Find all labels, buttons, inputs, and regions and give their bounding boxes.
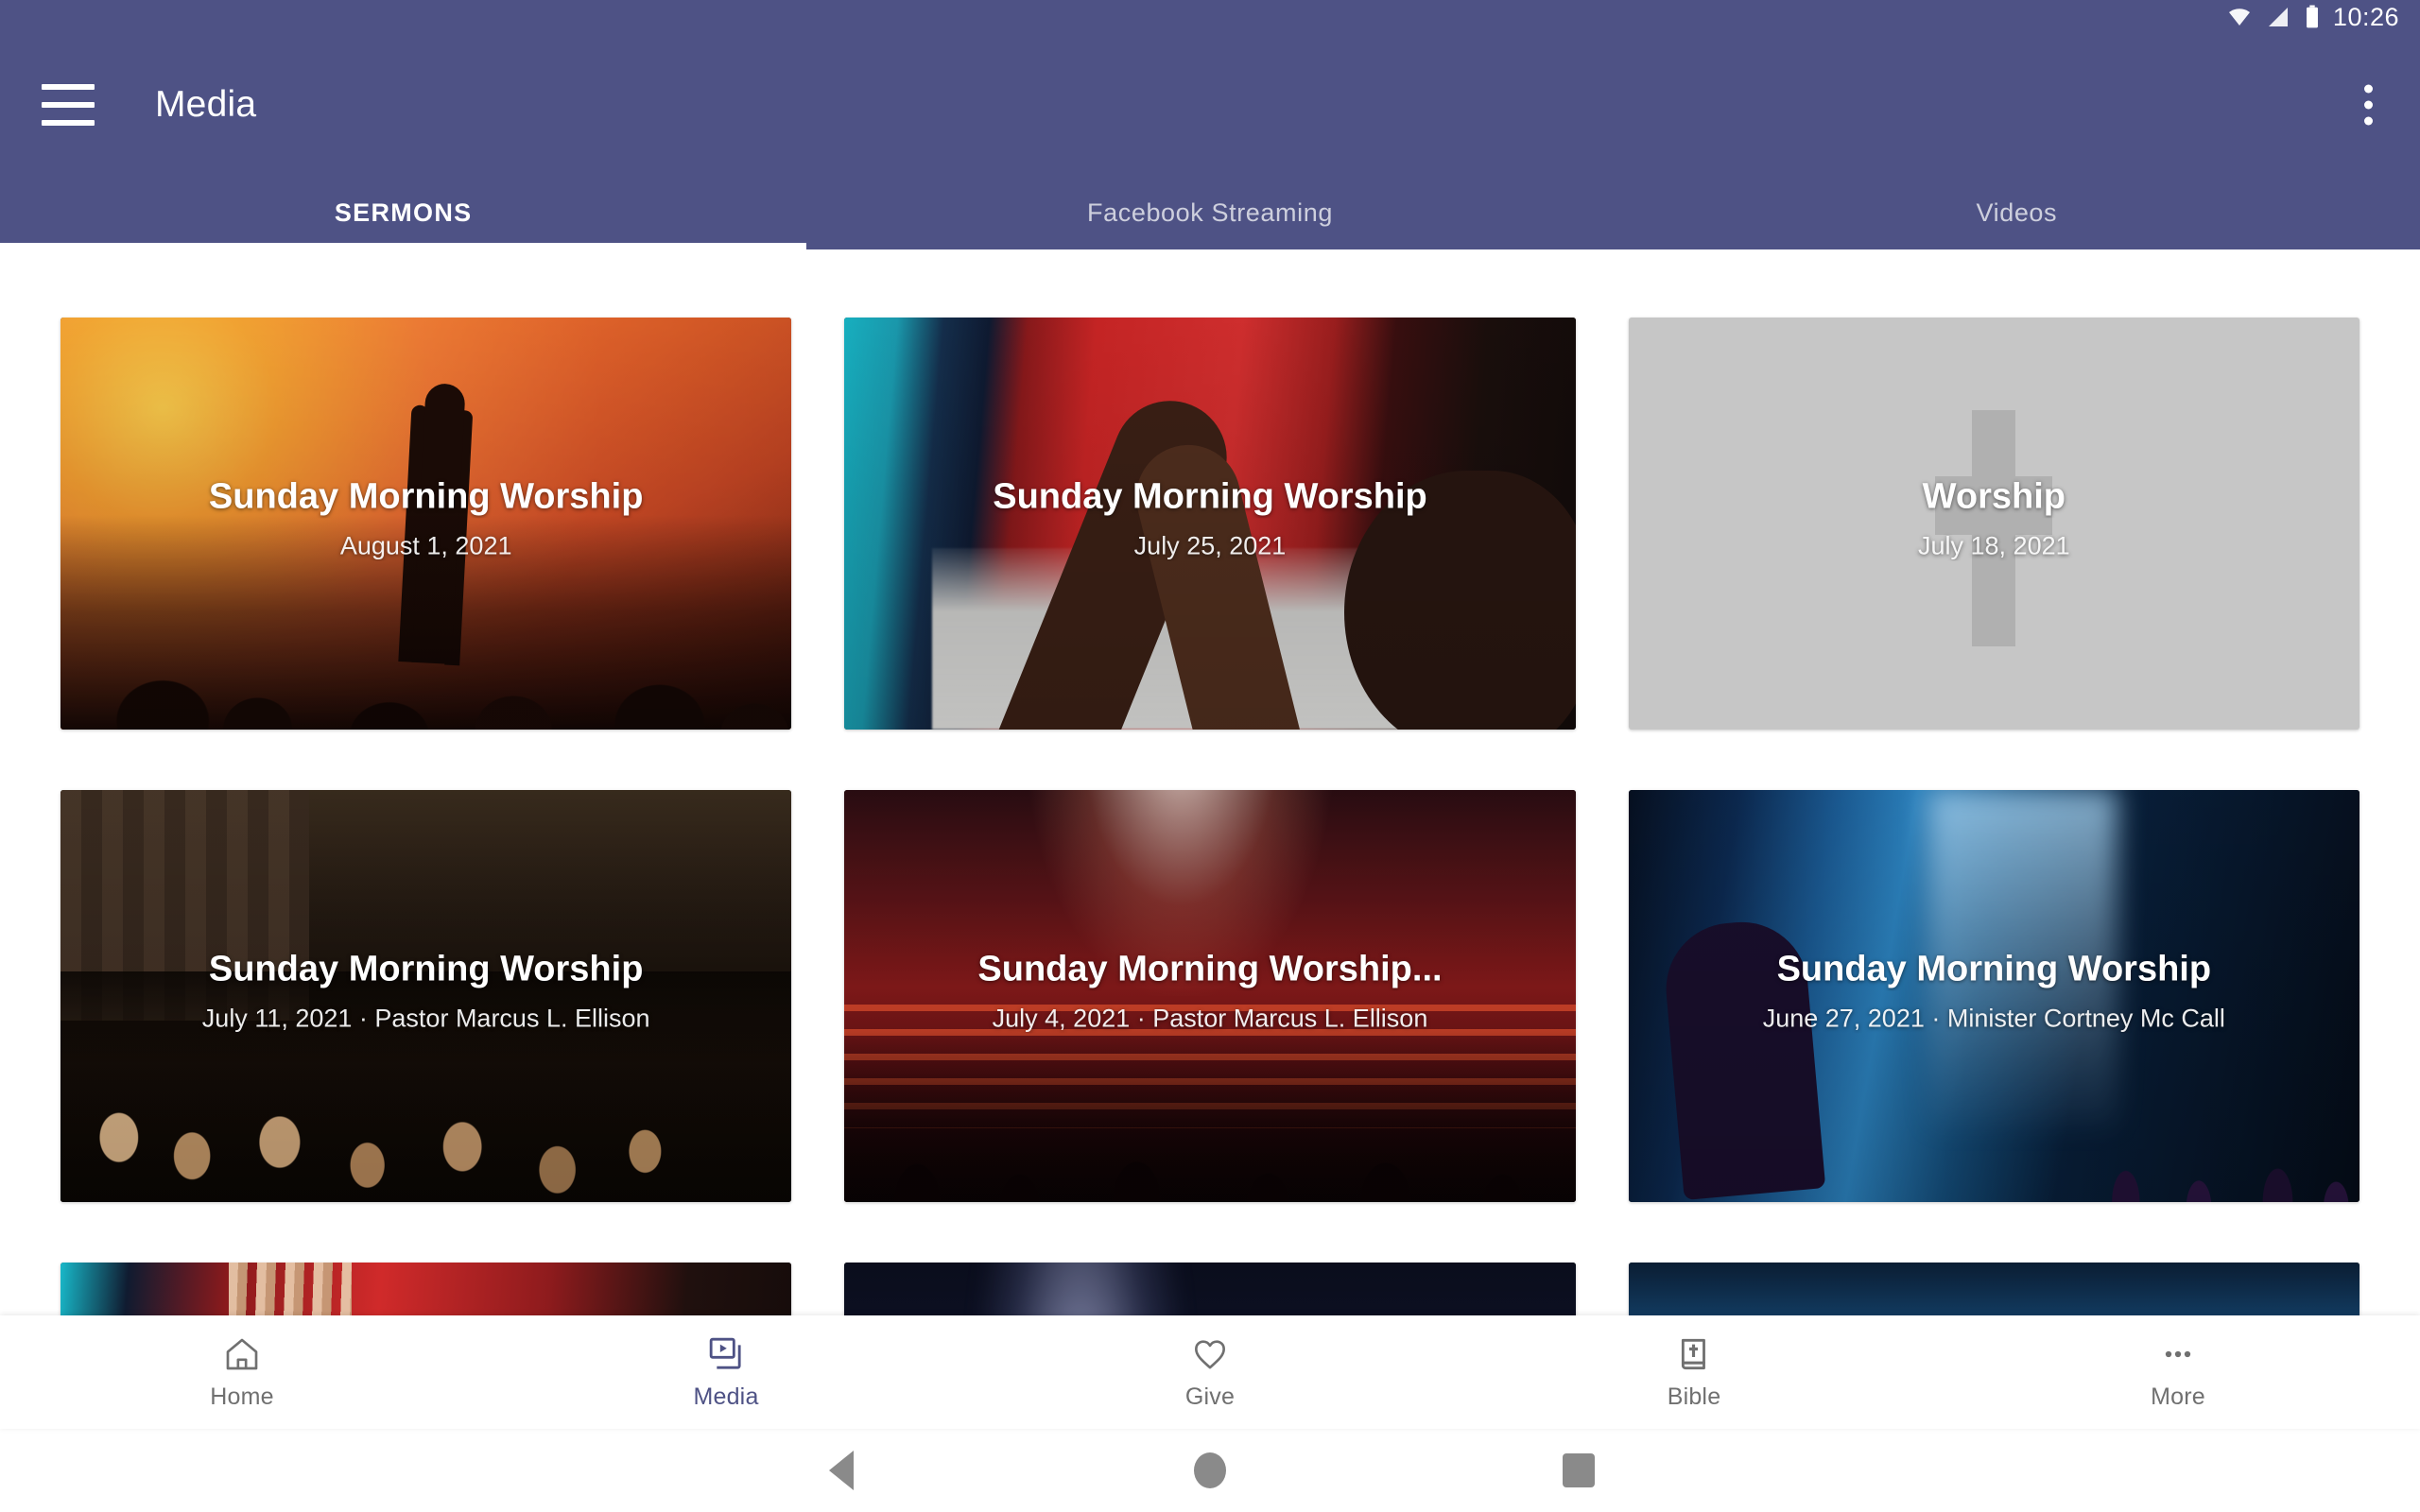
bible-book-icon	[1673, 1333, 1715, 1375]
app-bar: Media	[0, 34, 2420, 176]
android-system-navigation	[0, 1429, 2420, 1512]
sermon-subtitle: August 1, 2021	[339, 531, 512, 560]
sermon-card[interactable]	[844, 1263, 1576, 1315]
battery-icon	[2303, 5, 2322, 29]
tab-videos[interactable]: Videos	[1614, 176, 2420, 249]
sermon-title: Sunday Morning Worship	[1776, 949, 2212, 989]
sermon-subtitle: July 25, 2021	[1133, 531, 1287, 560]
sermon-card[interactable]: Sunday Morning Worship June 27, 2021 · M…	[1628, 790, 2360, 1202]
sermon-title: Sunday Morning Worship	[993, 476, 1427, 517]
sermon-card-text: Sunday Morning Worship July 25, 2021	[844, 476, 1575, 560]
sermon-card-text: Worship July 18, 2021	[1629, 476, 2360, 560]
sermon-grid: Sunday Morning Worship August 1, 2021 Su…	[0, 249, 2420, 1315]
sermon-subtitle: July 11, 2021 · Pastor Marcus L. Ellison	[201, 1004, 650, 1033]
sermon-card[interactable]	[60, 1263, 792, 1315]
sermon-subtitle: July 4, 2021 · Pastor Marcus L. Ellison	[992, 1004, 1428, 1033]
sermon-subtitle: June 27, 2021 · Minister Cortney Mc Call	[1762, 1004, 2225, 1033]
status-bar: 10:26	[0, 0, 2420, 34]
sermon-title: Worship	[1922, 476, 2066, 517]
home-icon	[221, 1333, 263, 1375]
sermon-card[interactable]: Sunday Morning Worship July 11, 2021 · P…	[60, 790, 792, 1202]
more-horizontal-icon	[2157, 1333, 2199, 1375]
nav-label-more: More	[2151, 1383, 2205, 1410]
sermon-card[interactable]	[1628, 1263, 2360, 1315]
sermon-card-text: Sunday Morning Worship... July 4, 2021 ·…	[844, 949, 1575, 1033]
hamburger-menu-icon[interactable]	[42, 84, 95, 126]
tab-facebook-streaming[interactable]: Facebook Streaming	[806, 176, 1613, 249]
sermon-card[interactable]: Sunday Morning Worship... July 4, 2021 ·…	[844, 790, 1576, 1202]
sermon-subtitle: July 18, 2021	[1918, 531, 2070, 560]
sermon-thumbnail	[1628, 1263, 2360, 1315]
nav-item-media[interactable]: Media	[484, 1315, 968, 1429]
cellular-signal-icon	[2265, 6, 2291, 28]
recents-square-icon[interactable]	[1541, 1442, 1616, 1499]
sermon-card[interactable]: Sunday Morning Worship August 1, 2021	[60, 318, 792, 730]
tab-facebook-streaming-label: Facebook Streaming	[1087, 198, 1333, 227]
page-title: Media	[155, 84, 257, 125]
nav-item-bible[interactable]: Bible	[1452, 1315, 1936, 1429]
sermon-card[interactable]: Worship July 18, 2021	[1628, 318, 2360, 730]
nav-label-give: Give	[1184, 1383, 1236, 1410]
tab-bar: SERMONS Facebook Streaming Videos	[0, 176, 2420, 249]
heart-icon	[1189, 1333, 1231, 1375]
video-library-icon	[705, 1333, 747, 1375]
nav-item-more[interactable]: More	[1936, 1315, 2420, 1429]
back-triangle-icon[interactable]	[804, 1442, 879, 1499]
sermon-title: Sunday Morning Worship	[208, 949, 644, 989]
nav-label-bible: Bible	[1667, 1383, 1721, 1410]
sermon-title: Sunday Morning Worship...	[977, 949, 1443, 989]
nav-item-give[interactable]: Give	[968, 1315, 1452, 1429]
wifi-icon	[2225, 6, 2254, 28]
tab-sermons[interactable]: SERMONS	[0, 176, 807, 249]
home-circle-icon[interactable]	[1172, 1442, 1248, 1499]
status-bar-clock: 10:26	[2332, 2, 2399, 31]
sermon-card-text: Sunday Morning Worship August 1, 2021	[60, 476, 791, 560]
sermon-thumbnail	[844, 1263, 1576, 1315]
tab-sermons-label: SERMONS	[334, 198, 473, 227]
nav-label-media: Media	[693, 1383, 759, 1410]
sermon-title: Sunday Morning Worship	[208, 476, 644, 517]
tab-videos-label: Videos	[1976, 198, 2058, 227]
nav-item-home[interactable]: Home	[0, 1315, 484, 1429]
nav-label-home: Home	[210, 1383, 274, 1410]
sermon-thumbnail	[60, 1263, 792, 1315]
bottom-navigation: Home Media Give Bible More	[0, 1315, 2420, 1429]
sermon-card[interactable]: Sunday Morning Worship July 25, 2021	[844, 318, 1576, 730]
more-vertical-icon[interactable]	[2357, 77, 2380, 133]
sermon-list[interactable]: Sunday Morning Worship August 1, 2021 Su…	[0, 249, 2420, 1315]
sermon-card-text: Sunday Morning Worship July 11, 2021 · P…	[60, 949, 791, 1033]
sermon-card-text: Sunday Morning Worship June 27, 2021 · M…	[1629, 949, 2360, 1033]
